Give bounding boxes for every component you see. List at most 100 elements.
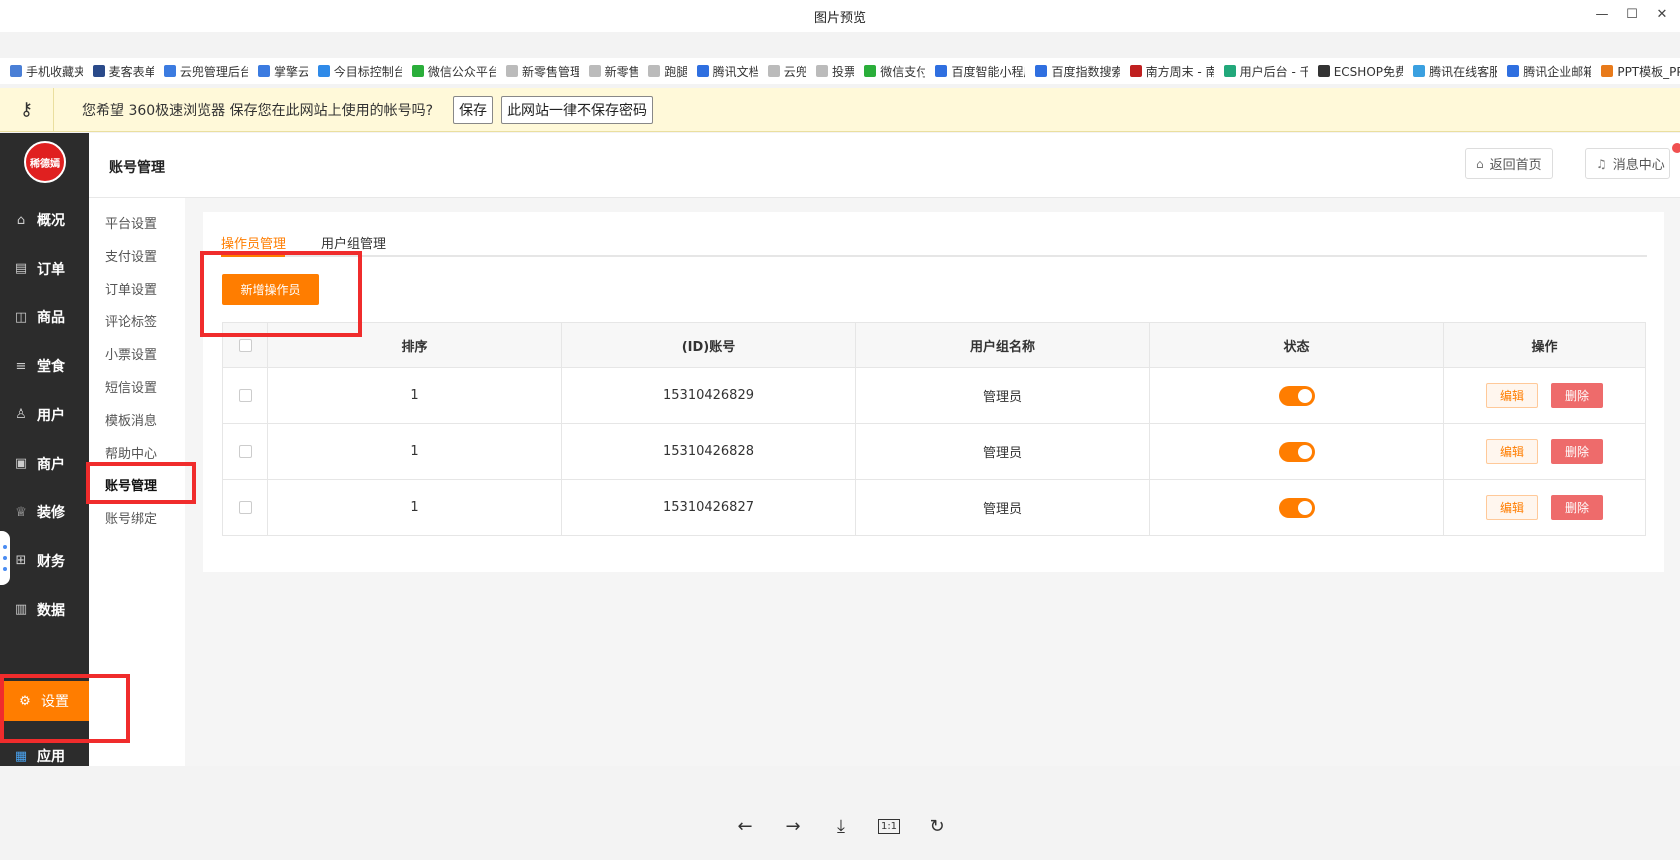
edit-button[interactable]: 编辑 bbox=[1486, 383, 1538, 408]
subnav-item[interactable]: 帮助中心 bbox=[105, 443, 157, 462]
subnav-item[interactable]: 平台设置 bbox=[105, 213, 157, 232]
sidebar-item-4[interactable]: ♙ 用户 bbox=[0, 395, 89, 435]
save-password-button[interactable]: 保存 bbox=[453, 95, 494, 124]
bookmark-item[interactable]: PPT模板_PP bbox=[1601, 63, 1680, 80]
subnav-item[interactable]: 短信设置 bbox=[105, 377, 157, 396]
bookmark-favicon-icon bbox=[92, 65, 105, 77]
bookmark-item[interactable]: 百度智能小程序 bbox=[935, 63, 1025, 80]
sidebar-item-6[interactable]: ♕ 装修 bbox=[0, 492, 89, 532]
subnav-item[interactable]: 账号绑定 bbox=[105, 508, 157, 527]
bookmark-item[interactable]: 微信支付 bbox=[864, 63, 925, 80]
side-drawer-handle[interactable] bbox=[0, 531, 10, 585]
bookmark-item[interactable]: 南方周末 - 南 bbox=[1129, 63, 1214, 80]
bookmark-item[interactable]: 云兜 bbox=[767, 63, 806, 80]
tab-user-group-management[interactable]: 用户组管理 bbox=[321, 233, 386, 252]
bookmark-item[interactable]: 腾讯文档 bbox=[696, 63, 758, 80]
sidebar-item-1[interactable]: ▤ 订单 bbox=[0, 249, 89, 289]
actions-cell: 编辑 删除 bbox=[1443, 480, 1645, 535]
status-toggle[interactable] bbox=[1278, 441, 1315, 462]
bookmark-item[interactable]: 腾讯企业邮箱 bbox=[1507, 63, 1591, 80]
bookmark-label: 微信支付 bbox=[880, 64, 926, 79]
row-select-cell bbox=[223, 368, 267, 423]
row-checkbox[interactable] bbox=[238, 501, 252, 514]
bookmark-label: 云兜 bbox=[783, 64, 806, 79]
bookmark-item[interactable]: 掌擎云 bbox=[257, 63, 308, 80]
bookmark-item[interactable]: 云兜管理后台 bbox=[163, 63, 248, 80]
tab-operator-management[interactable]: 操作员管理 bbox=[221, 233, 286, 252]
sidebar-item-5[interactable]: ▣ 商户 bbox=[0, 444, 89, 484]
column-header-group[interactable]: 用户组名称 bbox=[855, 323, 1149, 367]
subnav-item[interactable]: 模板消息 bbox=[105, 410, 157, 429]
sidebar-item-label: 订单 bbox=[37, 261, 65, 278]
subnav-item[interactable]: 小票设置 bbox=[105, 344, 157, 363]
message-center-label: 消息中心 bbox=[1612, 158, 1665, 173]
brand-logo[interactable]: 稀德嫣 bbox=[24, 141, 66, 183]
status-toggle[interactable] bbox=[1278, 385, 1315, 406]
bookmark-item[interactable]: 新零售 bbox=[588, 63, 638, 80]
sidebar-item-0[interactable]: ⌂ 概况 bbox=[0, 200, 89, 240]
subnav-item[interactable]: 评论标签 bbox=[105, 311, 157, 330]
sidebar-item-7[interactable]: ⊞ 财务 bbox=[0, 541, 89, 581]
bookmark-item[interactable]: ECSHOP免费 bbox=[1317, 63, 1403, 80]
sidebar-item-label: 商品 bbox=[37, 310, 65, 327]
home-icon: ⌂ bbox=[16, 212, 26, 228]
select-all-checkbox[interactable] bbox=[238, 338, 252, 352]
sidebar-item-label: 用户 bbox=[37, 407, 65, 424]
bell-icon: ♫ bbox=[1596, 156, 1607, 171]
delete-button[interactable]: 删除 bbox=[1551, 495, 1603, 520]
chart-icon: ▥ bbox=[14, 602, 28, 618]
download-button[interactable]: ⤓ bbox=[827, 812, 855, 840]
bookmark-item[interactable]: 用户后台 - 千 bbox=[1223, 63, 1308, 80]
delete-button[interactable]: 删除 bbox=[1551, 439, 1603, 464]
edit-button[interactable]: 编辑 bbox=[1486, 495, 1538, 520]
never-save-button[interactable]: 此网站一律不保存密码 bbox=[501, 95, 654, 124]
bookmark-label: 百度指数搜索 bbox=[1051, 64, 1120, 79]
status-cell bbox=[1149, 424, 1443, 479]
group-cell: 管理员 bbox=[855, 368, 1149, 423]
column-header-account[interactable]: (ID)账号 bbox=[561, 323, 855, 367]
bookmark-favicon-icon bbox=[1413, 65, 1426, 77]
bookmark-label: 新零售管理 bbox=[521, 64, 579, 79]
bookmark-favicon-icon bbox=[1317, 65, 1330, 77]
bookmark-label: 云兜管理后台 bbox=[179, 64, 248, 79]
main-content: 操作员管理 用户组管理 新增操作员 排序 (ID)账号 用户组名称 状态 操作 … bbox=[185, 198, 1680, 766]
bookmark-label: 麦客表单 bbox=[108, 64, 154, 79]
bookmark-label: 腾讯文档 bbox=[712, 64, 758, 79]
row-checkbox[interactable] bbox=[238, 389, 252, 402]
bookmark-item[interactable]: 今目标控制台 bbox=[317, 63, 402, 80]
sidebar-item-3[interactable]: ≡ 堂食 bbox=[0, 346, 89, 386]
rotate-button[interactable]: ↻ bbox=[923, 812, 951, 840]
close-button[interactable]: ✕ bbox=[1648, 4, 1676, 24]
bookmark-item[interactable]: 新零售管理 bbox=[505, 63, 579, 80]
bookmark-item[interactable]: 百度指数搜索 bbox=[1035, 63, 1120, 80]
status-toggle[interactable] bbox=[1278, 497, 1315, 518]
next-image-button[interactable]: → bbox=[779, 812, 807, 840]
bookmark-item[interactable]: 腾讯在线客服 bbox=[1413, 63, 1497, 80]
message-center-button[interactable]: ♫ 消息中心 bbox=[1585, 148, 1670, 179]
order-list-icon: ▤ bbox=[14, 261, 28, 277]
bookmark-item[interactable]: 麦客表单 bbox=[92, 63, 154, 80]
group-cell: 管理员 bbox=[855, 424, 1149, 479]
sidebar-item-8[interactable]: ▥ 数据 bbox=[0, 590, 89, 630]
sidebar-item-label: 数据 bbox=[37, 602, 65, 619]
bookmark-item[interactable]: 手机收藏夹 bbox=[10, 63, 83, 80]
sidebar-item-2[interactable]: ◫ 商品 bbox=[0, 297, 89, 337]
home-button[interactable]: ⌂ 返回首页 bbox=[1465, 148, 1553, 179]
previous-image-button[interactable]: ← bbox=[731, 812, 759, 840]
column-header-status[interactable]: 状态 bbox=[1149, 323, 1443, 367]
bookmark-item[interactable]: 投票 bbox=[816, 63, 854, 80]
page-title: 账号管理 bbox=[109, 160, 165, 176]
bookmark-favicon-icon bbox=[1223, 65, 1236, 77]
bookmark-item[interactable]: 微信公众平台 bbox=[411, 63, 496, 80]
minimize-button[interactable]: — bbox=[1588, 4, 1616, 24]
edit-button[interactable]: 编辑 bbox=[1486, 439, 1538, 464]
maximize-button[interactable]: ☐ bbox=[1618, 4, 1646, 24]
actual-size-button[interactable]: 1:1 bbox=[877, 818, 901, 834]
bookmark-item[interactable]: 跑腿 bbox=[648, 63, 687, 80]
bookmark-label: 手机收藏夹 bbox=[26, 64, 83, 79]
row-checkbox[interactable] bbox=[238, 445, 252, 458]
subnav-item[interactable]: 订单设置 bbox=[105, 279, 157, 298]
subnav-item[interactable]: 支付设置 bbox=[105, 246, 157, 265]
delete-button[interactable]: 删除 bbox=[1551, 383, 1603, 408]
actions-cell: 编辑 删除 bbox=[1443, 368, 1645, 423]
